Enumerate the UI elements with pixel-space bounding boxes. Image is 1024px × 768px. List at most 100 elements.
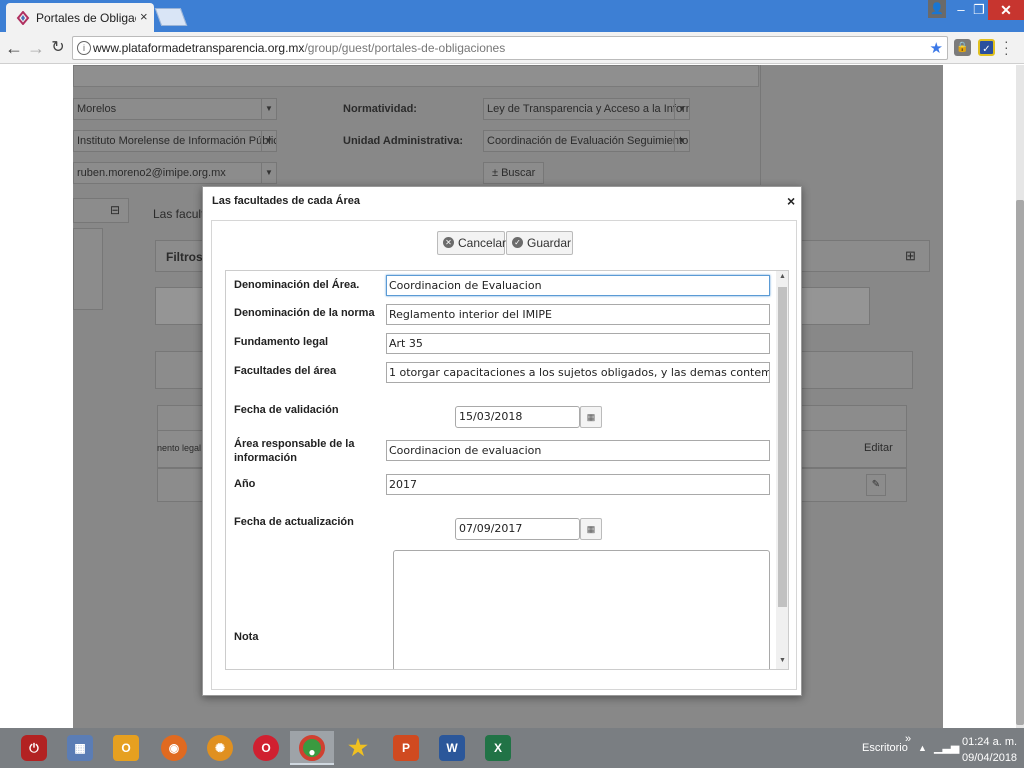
firefox-icon: ◉ <box>161 735 187 761</box>
taskbar-favorites-app[interactable]: ★ <box>336 731 380 765</box>
taskbar-clock[interactable]: 01:24 a. m. 09/04/2018 <box>962 734 1017 766</box>
bg-search-button[interactable]: ± Buscar <box>483 162 545 184</box>
taskbar-firefox-app[interactable]: ◉ <box>152 731 196 765</box>
taskbar-power-app[interactable]: ⏻ <box>12 731 56 765</box>
taskbar-desktop-label[interactable]: Escritorio <box>862 742 908 754</box>
forward-arrow-icon[interactable]: → <box>26 38 46 58</box>
form-scrollbar-thumb[interactable] <box>778 287 787 607</box>
maximize-button[interactable]: ❐ <box>968 0 990 20</box>
scroll-down-arrow-icon[interactable]: ▼ <box>778 657 787 664</box>
input-fundamento[interactable]: Art 35 <box>386 333 770 354</box>
new-tab-button[interactable] <box>154 8 188 26</box>
gear-icon: ✺ <box>207 735 233 761</box>
bg-divider <box>760 65 761 185</box>
clock-date: 09/04/2018 <box>962 752 1018 764</box>
save-button[interactable]: ✓ Guardar <box>506 231 573 255</box>
taskbar-word-app[interactable]: W <box>430 731 474 765</box>
browser-menu-icon[interactable]: · · · <box>1004 34 1009 60</box>
save-label: Guardar <box>527 236 572 250</box>
bg-left-panel-header <box>73 198 129 223</box>
extension-lock-icon[interactable]: 🔒 <box>954 39 971 56</box>
bg-select-unidad[interactable]: Coordinación de Evaluación Seguimiento y… <box>483 130 690 152</box>
tray-up-arrow-icon[interactable]: ▲ <box>918 743 927 753</box>
label-fecha-validacion: Fecha de validación <box>234 404 339 416</box>
chrome-icon: ● <box>299 735 325 761</box>
cancel-button[interactable]: ✕ Cancelar <box>437 231 507 255</box>
modal-close-icon[interactable]: × <box>787 193 795 209</box>
input-norma[interactable]: Reglamento interior del IMIPE <box>386 304 770 325</box>
calendar-icon[interactable]: ▦ <box>580 406 602 428</box>
input-facultades[interactable]: 1 otorgar capacitaciones a los sujetos o… <box>386 362 770 383</box>
input-fecha-actualizacion[interactable]: 07/09/2017 <box>455 518 580 540</box>
bg-select-normatividad[interactable]: Ley de Transparencia y Acceso a la Infor… <box>483 98 690 120</box>
page-scrollbar-thumb[interactable] <box>1016 200 1024 725</box>
info-icon[interactable]: i <box>77 41 91 55</box>
taskbar-opera-app[interactable]: O <box>244 731 288 765</box>
collapse-icon[interactable]: ⊟ <box>110 203 120 217</box>
browser-tab[interactable]: Portales de Obligaciones × <box>6 3 154 32</box>
input-fecha-validacion[interactable]: 15/03/2018 <box>455 406 580 428</box>
url-text: www.plataformadetransparencia.org.mx/gro… <box>93 41 505 55</box>
bg-select-state-value: Morelos <box>77 103 117 115</box>
taskbar-settings-app[interactable]: ✺ <box>198 731 242 765</box>
label-facultades: Facultades del área <box>234 365 337 377</box>
opera-icon: O <box>253 735 279 761</box>
bookmark-star-icon[interactable]: ★ <box>930 39 943 57</box>
tab-close-icon[interactable]: × <box>140 9 148 24</box>
address-bar[interactable]: i www.plataformadetransparencia.org.mx/g… <box>72 36 948 60</box>
word-icon: W <box>439 735 465 761</box>
bg-normatividad-label: Normatividad: <box>343 103 417 115</box>
chevron-down-icon: ▼ <box>674 131 689 151</box>
taskbar-chevron-icon[interactable]: » <box>905 733 911 745</box>
bg-top-panel <box>73 65 759 87</box>
label-area-responsable: Área responsable de la información <box>234 438 355 464</box>
label-fecha-actualizacion: Fecha de actualización <box>234 516 354 528</box>
label-norma: Denominación de la norma <box>234 307 375 319</box>
reload-icon[interactable]: ↻ <box>48 38 68 58</box>
user-profile-icon[interactable]: 👤 <box>928 0 946 18</box>
bg-select-institution[interactable]: Instituto Morelense de Información Públi… <box>73 130 277 152</box>
cancel-label: Cancelar <box>458 236 507 250</box>
calculator-icon: ▦ <box>67 735 93 761</box>
input-area-responsable[interactable]: Coordinacion de evaluacion <box>386 440 770 461</box>
taskbar-excel-app[interactable]: X <box>476 731 520 765</box>
edit-pencil-icon[interactable]: ✎ <box>866 474 886 496</box>
bg-select-user[interactable]: ruben.moreno2@imipe.org.mx ▼ <box>73 162 277 184</box>
back-arrow-icon[interactable]: ← <box>4 38 24 58</box>
taskbar-calculator-app[interactable]: ▦ <box>58 731 102 765</box>
taskbar-chrome-app[interactable]: ● <box>290 731 334 765</box>
calendar-icon[interactable]: ▦ <box>580 518 602 540</box>
network-signal-icon[interactable]: ▁▃▅ <box>934 741 959 754</box>
bg-select-state[interactable]: Morelos ▼ <box>73 98 277 120</box>
input-area[interactable]: Coordinacion de Evaluacion <box>386 275 770 296</box>
scroll-up-arrow-icon[interactable]: ▲ <box>778 273 787 280</box>
url-path: /group/guest/portales-de-obligaciones <box>304 41 506 55</box>
power-icon: ⏻ <box>21 735 47 761</box>
taskbar-powerpoint-app[interactable]: P <box>384 731 428 765</box>
bg-header-fundamento: nento legal <box>157 443 202 453</box>
textarea-nota[interactable] <box>393 550 770 669</box>
facultades-modal: Las facultades de cada Área × ✕ Cancelar… <box>202 186 802 696</box>
chevron-down-icon: ▼ <box>261 163 276 183</box>
expand-icon[interactable]: ⊞ <box>905 248 916 264</box>
bg-select-institution-value: Instituto Morelense de Información Públi… <box>77 135 276 147</box>
bg-unidad-value: Coordinación de Evaluación Seguimiento y… <box>487 135 689 147</box>
clock-time: 01:24 a. m. <box>962 736 1018 748</box>
favicon-icon <box>16 11 30 25</box>
bg-normatividad-value: Ley de Transparencia y Acceso a la Infor… <box>487 103 689 115</box>
check-icon: ✓ <box>512 237 523 248</box>
tab-title: Portales de Obligaciones <box>36 11 136 25</box>
bg-header-editar: Editar <box>864 442 893 454</box>
extension-check-icon[interactable]: ✓ <box>978 39 995 56</box>
browser-titlebar: Portales de Obligaciones × 👤 – ❐ ✕ <box>0 0 1024 32</box>
form-scroll-area[interactable]: Denominación del Área. Coordinacion de E… <box>225 270 789 670</box>
window-close-button[interactable]: ✕ <box>988 0 1024 20</box>
cancel-icon: ✕ <box>443 237 454 248</box>
label-anio: Año <box>234 478 256 490</box>
input-anio[interactable]: 2017 <box>386 474 770 495</box>
chevron-down-icon: ▼ <box>261 131 276 151</box>
star-icon: ★ <box>348 735 368 760</box>
modal-title: Las facultades de cada Área <box>212 195 360 207</box>
taskbar-outlook-app[interactable]: O <box>104 731 148 765</box>
label-area: Denominación del Área. <box>234 279 360 291</box>
